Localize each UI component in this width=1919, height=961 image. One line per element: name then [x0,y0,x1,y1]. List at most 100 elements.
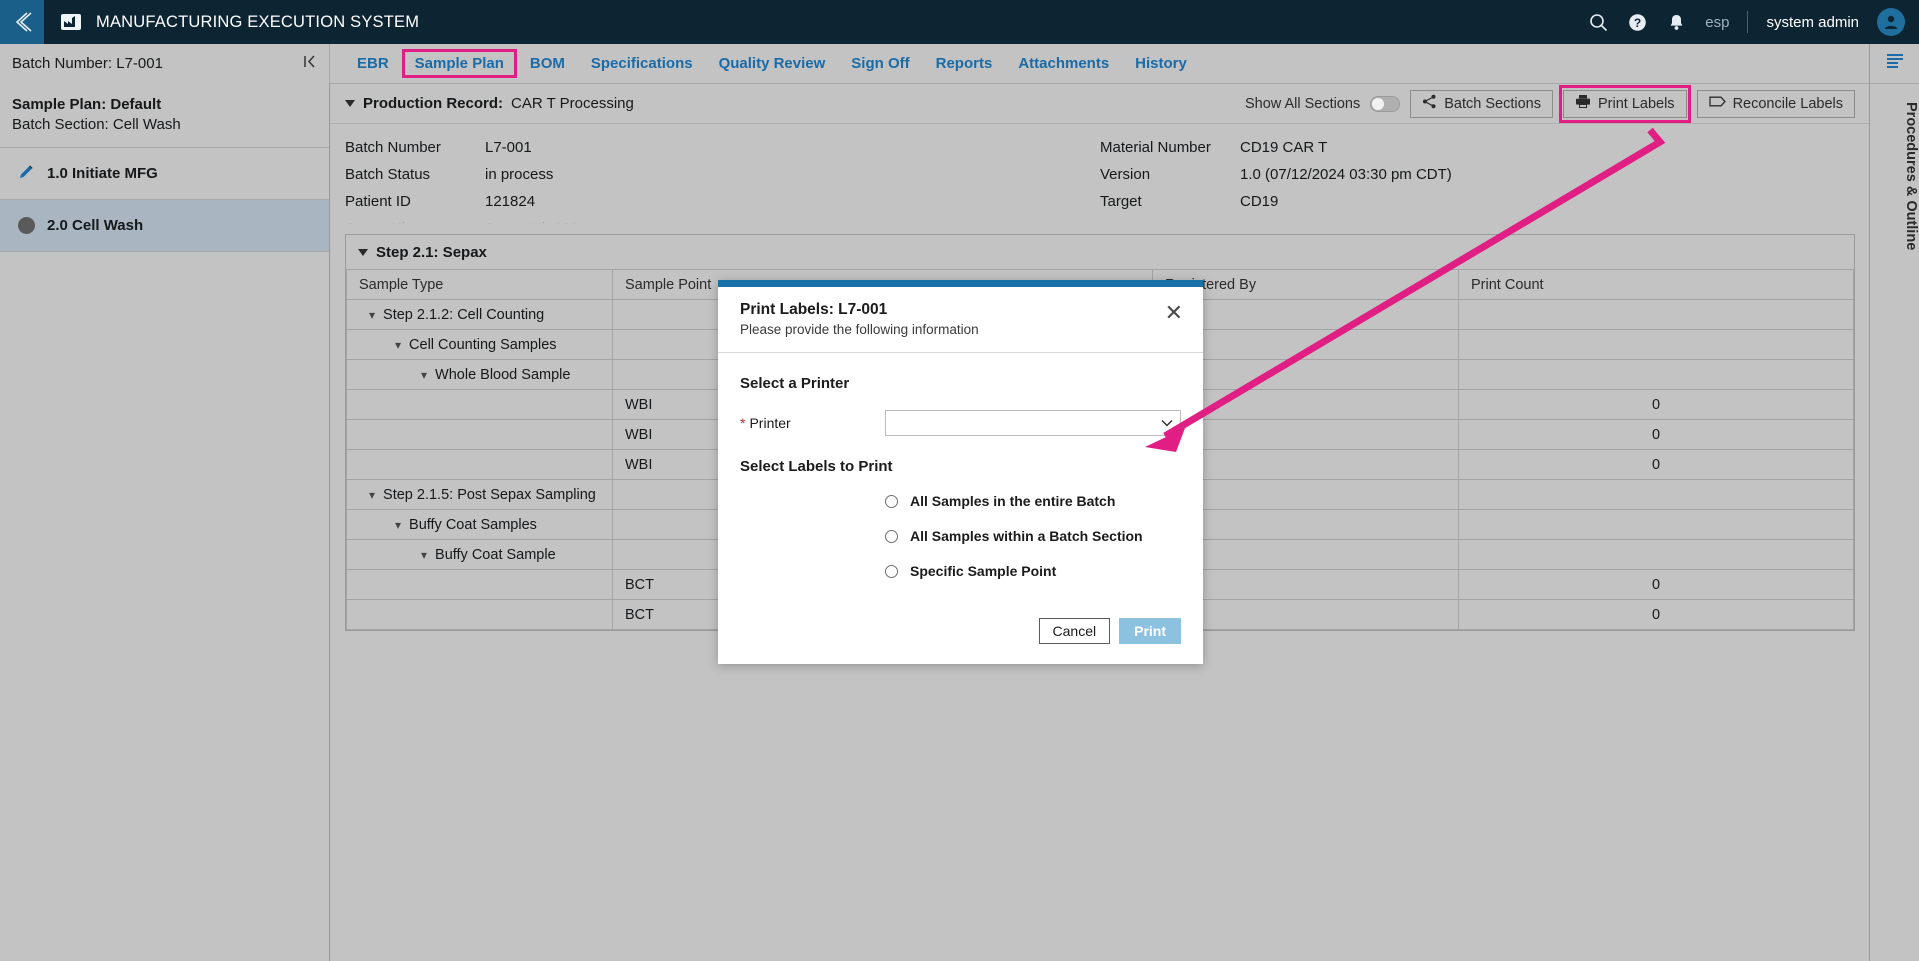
cell-print-count: 0 [1458,599,1854,630]
language-selector[interactable]: esp [1705,14,1729,31]
cell-print-count [1458,329,1854,360]
dialog-accent-bar [718,280,1203,287]
tab-history[interactable]: History [1122,49,1200,78]
chevron-down-icon[interactable]: ▾ [421,548,427,562]
cell-print-count [1458,539,1854,570]
back-button[interactable] [0,0,44,44]
main-toolbar: Show All Sections Batch Sections Print L… [1244,84,1855,123]
print-button[interactable]: Print [1119,618,1181,644]
printer-field-row: * Printer [740,410,1181,436]
radio-icon[interactable] [885,564,898,578]
info-value: CD19 CAR T [1240,139,1328,156]
radio-label: All Samples within a Batch Section [910,528,1143,544]
production-record-value: CAR T Processing [511,95,634,112]
chevron-down-icon[interactable]: ▾ [395,518,401,532]
cell-sample-type [346,419,613,450]
sample-plan-header: Sample Plan: Default Batch Section: Cell… [0,84,329,148]
print-labels-dialog: Print Labels: L7-001 Please provide the … [718,280,1203,664]
printer-icon [1575,94,1591,113]
radio-icon[interactable] [885,494,898,508]
info-fade [331,216,1869,226]
tab-ebr[interactable]: EBR [344,49,402,78]
radio-icon[interactable] [885,529,898,543]
dialog-footer: Cancel Print [718,608,1203,664]
sidebar-item-label: 2.0 Cell Wash [47,217,144,234]
radio-option-batch-section[interactable]: All Samples within a Batch Section [885,528,1181,544]
batch-number-label: Batch Number: L7-001 [0,43,330,84]
collapse-panel-icon[interactable] [302,54,317,74]
cell-sample-type: ▾ Cell Counting Samples [346,329,613,360]
caret-down-icon[interactable] [358,248,368,256]
list-lines-icon [1885,53,1905,74]
info-value: CD19 [1240,193,1279,210]
cell-print-count [1458,479,1854,510]
chevron-down-icon[interactable]: ▾ [369,488,375,502]
sidebar-item-initiate-mfg[interactable]: 1.0 Initiate MFG [0,148,329,200]
info-value: in process [485,166,554,183]
info-key: Batch Status [345,166,431,183]
cell-sample-type: ▾ Whole Blood Sample [346,359,613,390]
dialog-subtitle: Please provide the following information [740,322,979,337]
info-value: L7-001 [485,139,532,156]
batch-sections-button[interactable]: Batch Sections [1410,89,1553,118]
share-icon [1422,94,1437,113]
tab-reports[interactable]: Reports [923,49,1006,78]
batch-info-panel: Batch Number L7-001 Material Number CD19… [331,124,1869,226]
tab-quality-review[interactable]: Quality Review [706,49,839,78]
sample-plan-title: Sample Plan: Default [12,96,162,113]
nav-tabs: EBR Sample Plan BOM Specifications Quali… [330,44,1200,84]
reconcile-labels-button[interactable]: Reconcile Labels [1696,89,1855,118]
procedures-outline-toggle[interactable] [1870,44,1919,84]
print-labels-button[interactable]: Print Labels [1558,84,1691,123]
step-title: Step 2.1: Sepax [376,243,487,261]
app-title: MANUFACTURING EXECUTION SYSTEM [96,12,420,31]
column-header-sample-type[interactable]: Sample Type [346,269,613,300]
close-icon[interactable]: ✕ [1165,300,1183,324]
radio-option-entire-batch[interactable]: All Samples in the entire Batch [885,493,1181,509]
help-circle-icon[interactable]: ? [1627,12,1648,33]
cell-print-count [1458,509,1854,540]
user-avatar-icon[interactable] [1877,8,1905,36]
info-key: Patient ID [345,193,411,210]
radio-label: Specific Sample Point [910,563,1057,579]
tab-attachments[interactable]: Attachments [1005,49,1122,78]
info-key: Version [1100,166,1151,183]
right-rail: Procedures & Outline [1869,44,1919,961]
chevron-down-icon[interactable]: ▾ [369,308,375,322]
batch-section-label: Batch Section: Cell Wash [12,116,181,133]
toggle-knob [1372,97,1385,110]
procedures-outline-label[interactable]: Procedures & Outline [1870,102,1919,250]
batch-tab-bar: Batch Number: L7-001 EBR Sample Plan BOM… [0,43,1919,84]
column-header-print-count[interactable]: Print Count [1458,269,1854,300]
cell-sample-type: ▾ Step 2.1.2: Cell Counting [346,299,613,330]
cancel-button[interactable]: Cancel [1038,618,1111,644]
search-icon[interactable] [1588,12,1609,33]
tab-sign-off[interactable]: Sign Off [838,49,922,78]
pencil-icon [18,163,35,184]
chevrons-left-icon [15,12,32,32]
tab-specifications[interactable]: Specifications [578,49,706,78]
radio-label: All Samples in the entire Batch [910,493,1116,509]
show-all-sections-toggle[interactable] [1370,95,1401,112]
cell-print-count: 0 [1458,389,1854,420]
radio-option-specific-sample-point[interactable]: Specific Sample Point [885,563,1181,579]
show-all-sections-label: Show All Sections [1244,95,1361,112]
sidebar-item-cell-wash[interactable]: 2.0 Cell Wash [0,200,329,252]
circle-filled-icon [18,217,35,234]
chevron-down-icon[interactable]: ▾ [421,368,427,382]
cell-print-count [1458,359,1854,390]
sidebar-item-label: 1.0 Initiate MFG [47,165,158,182]
tab-bom[interactable]: BOM [517,49,578,78]
dialog-title: Print Labels: L7-001 [740,301,888,318]
bell-icon[interactable] [1666,12,1687,33]
caret-down-icon[interactable] [345,100,355,107]
printer-select[interactable] [885,410,1181,436]
cell-print-count [1458,299,1854,330]
tab-sample-plan[interactable]: Sample Plan [401,49,517,78]
label-scope-radio-group: All Samples in the entire Batch All Samp… [740,493,1181,579]
tag-icon [1708,95,1726,112]
step-panel-header[interactable]: Step 2.1: Sepax [346,235,1854,269]
left-sidebar: Sample Plan: Default Batch Section: Cell… [0,84,330,961]
chevron-down-icon[interactable]: ▾ [395,338,401,352]
cell-print-count: 0 [1458,569,1854,600]
